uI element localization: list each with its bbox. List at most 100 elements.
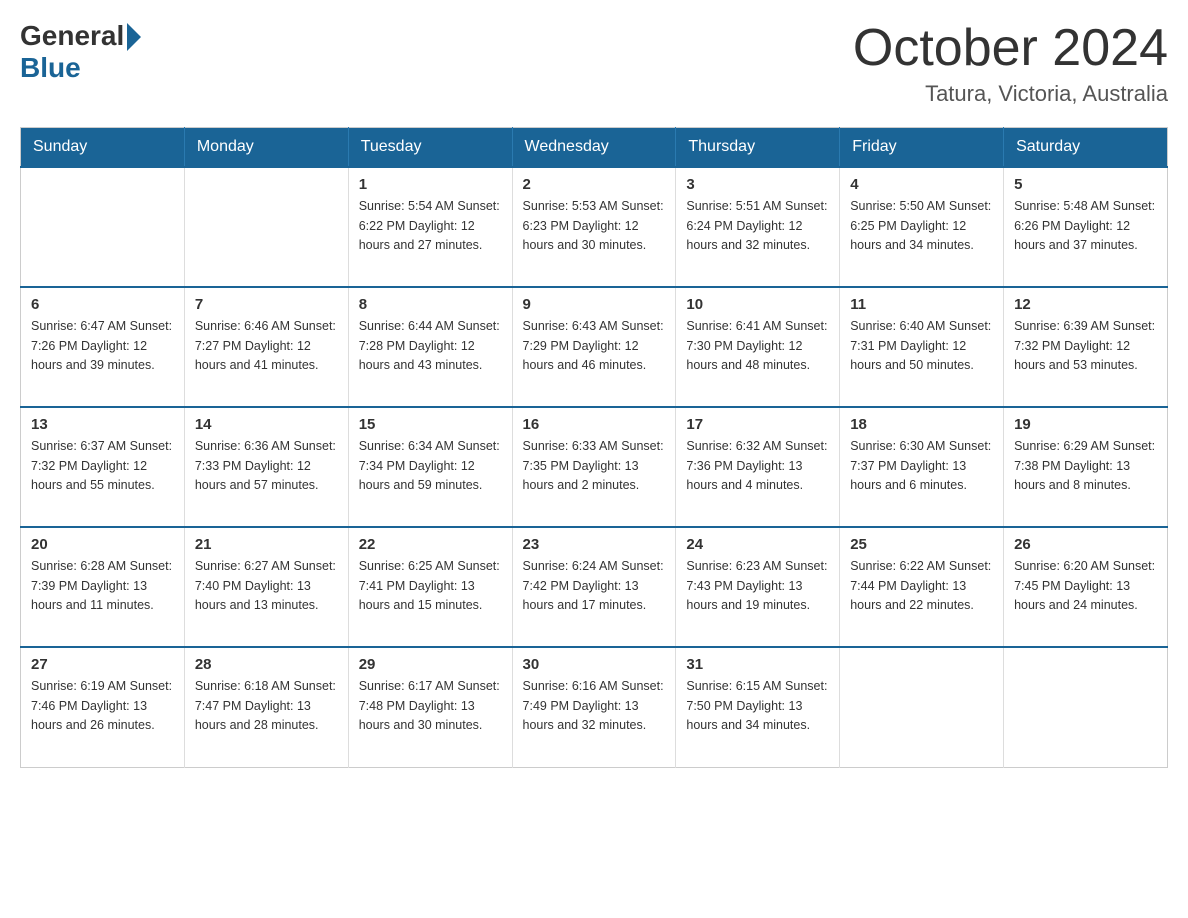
- calendar-header-tuesday: Tuesday: [348, 128, 512, 168]
- location-title: Tatura, Victoria, Australia: [853, 81, 1168, 107]
- day-number: 7: [195, 296, 338, 313]
- day-info: Sunrise: 5:50 AM Sunset: 6:25 PM Dayligh…: [850, 197, 993, 255]
- day-number: 24: [686, 536, 829, 553]
- day-info: Sunrise: 6:36 AM Sunset: 7:33 PM Dayligh…: [195, 437, 338, 495]
- calendar-header-saturday: Saturday: [1004, 128, 1168, 168]
- day-info: Sunrise: 5:53 AM Sunset: 6:23 PM Dayligh…: [523, 197, 666, 255]
- day-info: Sunrise: 6:19 AM Sunset: 7:46 PM Dayligh…: [31, 677, 174, 735]
- day-info: Sunrise: 5:51 AM Sunset: 6:24 PM Dayligh…: [686, 197, 829, 255]
- day-number: 21: [195, 536, 338, 553]
- calendar-cell: 9 Sunrise: 6:43 AM Sunset: 7:29 PM Daylig…: [512, 287, 676, 407]
- day-info: Sunrise: 6:32 AM Sunset: 7:36 PM Dayligh…: [686, 437, 829, 495]
- calendar-cell: [21, 167, 185, 287]
- calendar-cell: [184, 167, 348, 287]
- calendar-cell: 8 Sunrise: 6:44 AM Sunset: 7:28 PM Daylig…: [348, 287, 512, 407]
- day-info: Sunrise: 5:54 AM Sunset: 6:22 PM Dayligh…: [359, 197, 502, 255]
- calendar-cell: 16 Sunrise: 6:33 AM Sunset: 7:35 PM Dayli…: [512, 407, 676, 527]
- calendar-cell: 23 Sunrise: 6:24 AM Sunset: 7:42 PM Dayli…: [512, 527, 676, 647]
- calendar-cell: 20 Sunrise: 6:28 AM Sunset: 7:39 PM Dayli…: [21, 527, 185, 647]
- page-header: General Blue October 2024 Tatura, Victor…: [20, 20, 1168, 107]
- day-number: 27: [31, 656, 174, 673]
- calendar-week-row: 27 Sunrise: 6:19 AM Sunset: 7:46 PM Dayli…: [21, 647, 1168, 767]
- day-number: 8: [359, 296, 502, 313]
- day-number: 2: [523, 176, 666, 193]
- calendar-header-wednesday: Wednesday: [512, 128, 676, 168]
- day-number: 6: [31, 296, 174, 313]
- day-number: 25: [850, 536, 993, 553]
- day-number: 17: [686, 416, 829, 433]
- calendar-cell: 18 Sunrise: 6:30 AM Sunset: 7:37 PM Dayli…: [840, 407, 1004, 527]
- calendar-cell: 11Sunrise: 6:40 AM Sunset: 7:31 PM Dayli…: [840, 287, 1004, 407]
- calendar-cell: 10Sunrise: 6:41 AM Sunset: 7:30 PM Dayli…: [676, 287, 840, 407]
- calendar-week-row: 20 Sunrise: 6:28 AM Sunset: 7:39 PM Dayli…: [21, 527, 1168, 647]
- calendar-cell: 7Sunrise: 6:46 AM Sunset: 7:27 PM Daylig…: [184, 287, 348, 407]
- day-info: Sunrise: 6:43 AM Sunset: 7:29 PM Dayligh…: [523, 317, 666, 375]
- day-number: 26: [1014, 536, 1157, 553]
- day-number: 4: [850, 176, 993, 193]
- day-number: 23: [523, 536, 666, 553]
- day-number: 29: [359, 656, 502, 673]
- logo-arrow-icon: [127, 23, 141, 51]
- calendar-cell: 26 Sunrise: 6:20 AM Sunset: 7:45 PM Dayli…: [1004, 527, 1168, 647]
- calendar-cell: 21 Sunrise: 6:27 AM Sunset: 7:40 PM Dayli…: [184, 527, 348, 647]
- day-info: Sunrise: 6:30 AM Sunset: 7:37 PM Dayligh…: [850, 437, 993, 495]
- calendar-cell: 30 Sunrise: 6:16 AM Sunset: 7:49 PM Dayli…: [512, 647, 676, 767]
- day-info: Sunrise: 6:44 AM Sunset: 7:28 PM Dayligh…: [359, 317, 502, 375]
- day-number: 22: [359, 536, 502, 553]
- calendar-cell: 29 Sunrise: 6:17 AM Sunset: 7:48 PM Dayli…: [348, 647, 512, 767]
- day-info: Sunrise: 6:24 AM Sunset: 7:42 PM Dayligh…: [523, 557, 666, 615]
- day-number: 9: [523, 296, 666, 313]
- calendar-cell: 12 Sunrise: 6:39 AM Sunset: 7:32 PM Dayli…: [1004, 287, 1168, 407]
- day-info: Sunrise: 6:25 AM Sunset: 7:41 PM Dayligh…: [359, 557, 502, 615]
- calendar-week-row: 13Sunrise: 6:37 AM Sunset: 7:32 PM Dayli…: [21, 407, 1168, 527]
- calendar-header-sunday: Sunday: [21, 128, 185, 168]
- calendar-week-row: 1Sunrise: 5:54 AM Sunset: 6:22 PM Daylig…: [21, 167, 1168, 287]
- day-number: 5: [1014, 176, 1157, 193]
- calendar-cell: 24Sunrise: 6:23 AM Sunset: 7:43 PM Dayli…: [676, 527, 840, 647]
- day-number: 31: [686, 656, 829, 673]
- day-info: Sunrise: 6:20 AM Sunset: 7:45 PM Dayligh…: [1014, 557, 1157, 615]
- day-number: 14: [195, 416, 338, 433]
- day-info: Sunrise: 6:15 AM Sunset: 7:50 PM Dayligh…: [686, 677, 829, 735]
- calendar-cell: 13Sunrise: 6:37 AM Sunset: 7:32 PM Dayli…: [21, 407, 185, 527]
- day-info: Sunrise: 5:48 AM Sunset: 6:26 PM Dayligh…: [1014, 197, 1157, 255]
- calendar-cell: 15Sunrise: 6:34 AM Sunset: 7:34 PM Dayli…: [348, 407, 512, 527]
- calendar-cell: 5 Sunrise: 5:48 AM Sunset: 6:26 PM Daylig…: [1004, 167, 1168, 287]
- day-number: 18: [850, 416, 993, 433]
- day-number: 30: [523, 656, 666, 673]
- logo: General Blue: [20, 20, 141, 84]
- day-number: 28: [195, 656, 338, 673]
- calendar-cell: 17 Sunrise: 6:32 AM Sunset: 7:36 PM Dayli…: [676, 407, 840, 527]
- day-info: Sunrise: 6:27 AM Sunset: 7:40 PM Dayligh…: [195, 557, 338, 615]
- calendar-cell: 31 Sunrise: 6:15 AM Sunset: 7:50 PM Dayli…: [676, 647, 840, 767]
- day-number: 12: [1014, 296, 1157, 313]
- calendar-cell: 19Sunrise: 6:29 AM Sunset: 7:38 PM Dayli…: [1004, 407, 1168, 527]
- calendar-cell: 25 Sunrise: 6:22 AM Sunset: 7:44 PM Dayli…: [840, 527, 1004, 647]
- calendar-week-row: 6 Sunrise: 6:47 AM Sunset: 7:26 PM Daylig…: [21, 287, 1168, 407]
- calendar-cell: 2 Sunrise: 5:53 AM Sunset: 6:23 PM Daylig…: [512, 167, 676, 287]
- calendar-table: SundayMondayTuesdayWednesdayThursdayFrid…: [20, 127, 1168, 768]
- day-info: Sunrise: 6:33 AM Sunset: 7:35 PM Dayligh…: [523, 437, 666, 495]
- day-info: Sunrise: 6:29 AM Sunset: 7:38 PM Dayligh…: [1014, 437, 1157, 495]
- calendar-cell: 1Sunrise: 5:54 AM Sunset: 6:22 PM Daylig…: [348, 167, 512, 287]
- day-info: Sunrise: 6:47 AM Sunset: 7:26 PM Dayligh…: [31, 317, 174, 375]
- title-area: October 2024 Tatura, Victoria, Australia: [853, 20, 1168, 107]
- day-number: 10: [686, 296, 829, 313]
- calendar-cell: [1004, 647, 1168, 767]
- calendar-cell: 27 Sunrise: 6:19 AM Sunset: 7:46 PM Dayli…: [21, 647, 185, 767]
- day-number: 20: [31, 536, 174, 553]
- day-info: Sunrise: 6:39 AM Sunset: 7:32 PM Dayligh…: [1014, 317, 1157, 375]
- day-number: 13: [31, 416, 174, 433]
- day-number: 11: [850, 296, 993, 313]
- calendar-header-monday: Monday: [184, 128, 348, 168]
- day-info: Sunrise: 6:28 AM Sunset: 7:39 PM Dayligh…: [31, 557, 174, 615]
- day-info: Sunrise: 6:22 AM Sunset: 7:44 PM Dayligh…: [850, 557, 993, 615]
- day-info: Sunrise: 6:18 AM Sunset: 7:47 PM Dayligh…: [195, 677, 338, 735]
- day-number: 16: [523, 416, 666, 433]
- logo-general-text: General: [20, 20, 124, 52]
- day-info: Sunrise: 6:17 AM Sunset: 7:48 PM Dayligh…: [359, 677, 502, 735]
- calendar-header-thursday: Thursday: [676, 128, 840, 168]
- calendar-cell: 22 Sunrise: 6:25 AM Sunset: 7:41 PM Dayli…: [348, 527, 512, 647]
- day-info: Sunrise: 6:16 AM Sunset: 7:49 PM Dayligh…: [523, 677, 666, 735]
- calendar-cell: 14 Sunrise: 6:36 AM Sunset: 7:33 PM Dayli…: [184, 407, 348, 527]
